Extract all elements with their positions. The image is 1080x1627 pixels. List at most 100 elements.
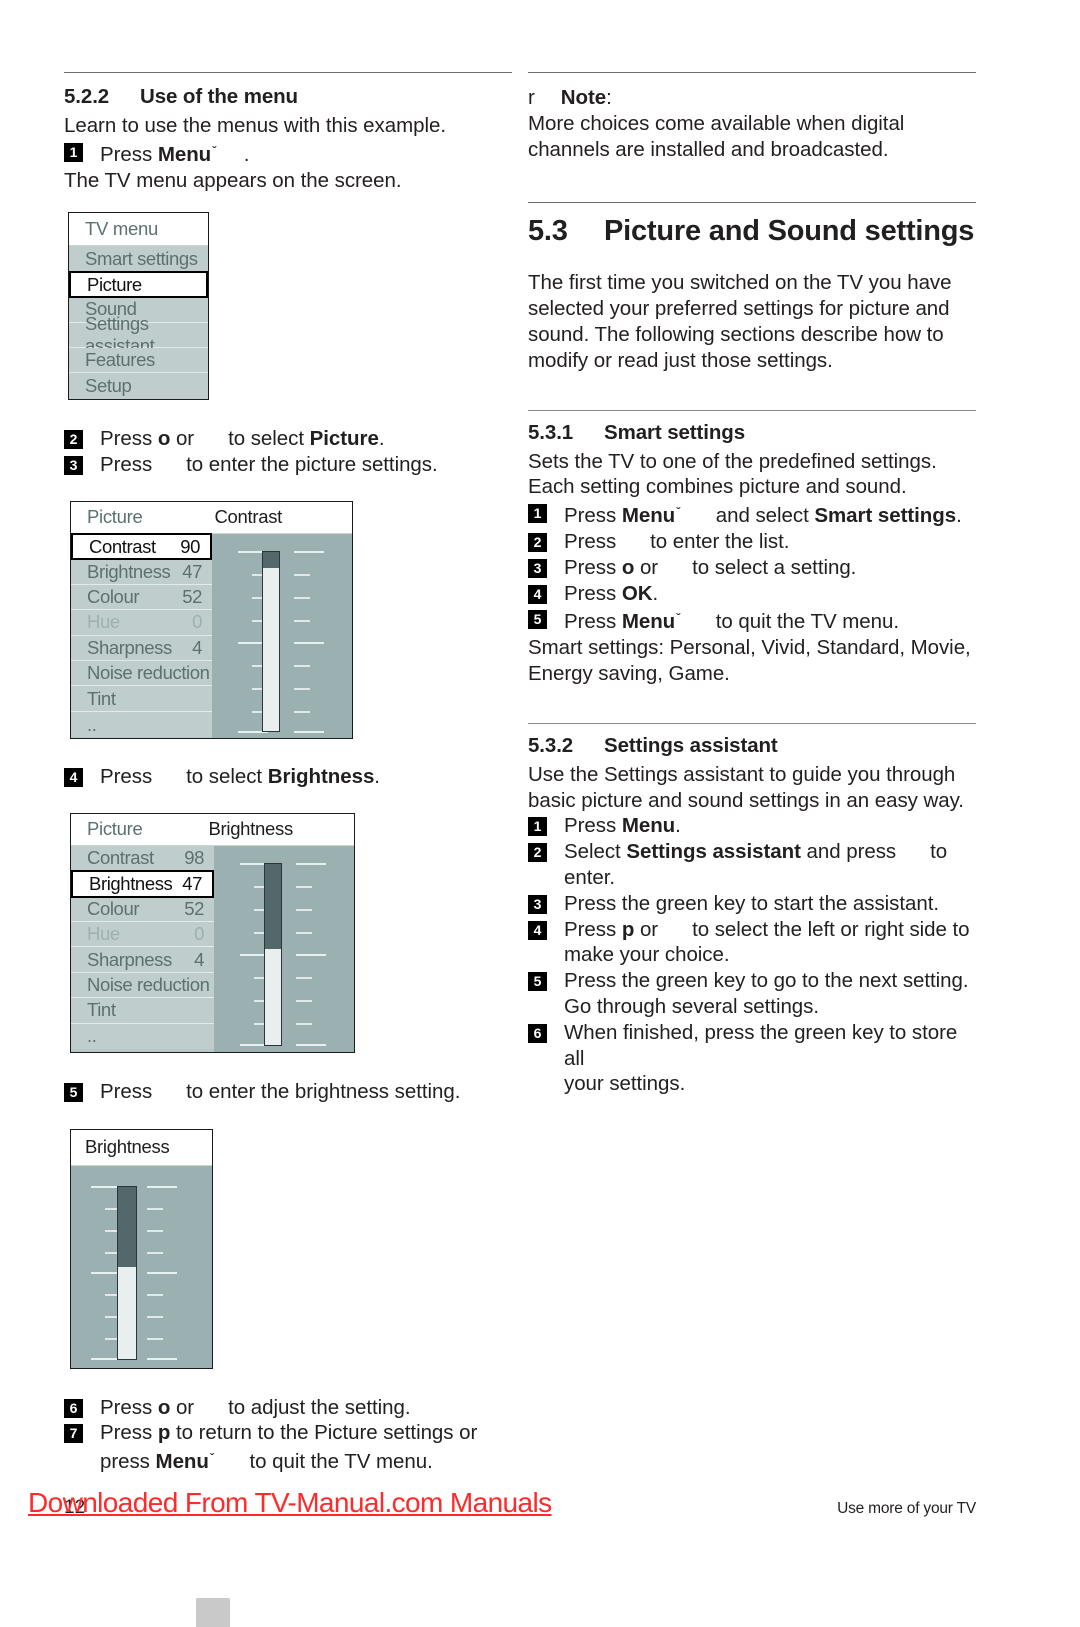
smart-settings-step-2: 2 Press to enter the list. <box>528 529 976 555</box>
setting-row[interactable]: Contrast 98 <box>71 845 214 872</box>
tv-menu-item[interactable]: Setup <box>69 373 208 399</box>
step-text-pre: Press <box>564 504 617 528</box>
menu-key-label: Menu <box>155 1450 209 1474</box>
setting-value: 4 <box>194 948 204 970</box>
brightness-slider-fill <box>118 1186 136 1268</box>
step-text-bold: Brightness <box>267 764 375 788</box>
step-text-end: . <box>652 581 659 605</box>
tv-menu-item-selected[interactable]: Picture <box>69 270 208 299</box>
setting-value: 98 <box>184 846 204 868</box>
setting-label: Noise reduction <box>87 662 210 684</box>
step-text-post: to select a setting. <box>692 555 857 579</box>
slider-ticks-right <box>294 534 324 738</box>
setting-row[interactable]: Colour 52 <box>71 896 214 923</box>
page-edge-tab <box>196 1598 230 1627</box>
step-badge: 1 <box>528 504 547 524</box>
tv-menu-item-label: Setup <box>85 375 132 397</box>
step-text-mid: or <box>639 555 659 579</box>
step-5: 5 Press to enter the brightness setting. <box>64 1079 512 1105</box>
section-53-body: The first time you switched on the TV yo… <box>528 271 952 372</box>
setting-row-more[interactable]: .. <box>71 711 212 738</box>
tv-menu-item[interactable]: Features <box>69 348 208 374</box>
brightness-slider-pane <box>71 1165 212 1368</box>
step-badge: 3 <box>528 894 547 914</box>
setting-label: Sharpness <box>87 636 172 658</box>
contrast-slider-track[interactable] <box>262 550 280 732</box>
setting-row[interactable]: Sharpness 4 <box>71 947 214 973</box>
tv-menu-item-label: Smart settings <box>85 247 198 269</box>
brightness-slider-track[interactable] <box>264 862 282 1046</box>
setting-value: 52 <box>184 897 204 919</box>
setting-row[interactable]: Tint <box>71 998 214 1024</box>
tv-menu-item-label: Picture <box>87 273 142 295</box>
setting-label: Tint <box>87 999 116 1021</box>
step-text-bold: Smart settings <box>814 504 957 528</box>
note-marker-icon: r <box>528 86 535 109</box>
step-text-post: to enter the brightness setting. <box>186 1079 461 1103</box>
step-text-mid: or <box>175 1395 195 1419</box>
step-text-mid: or <box>639 917 659 941</box>
step-text-cont-post: to quit the TV menu. <box>249 1450 433 1474</box>
note-rule-top <box>528 72 976 73</box>
step-badge: 5 <box>64 1082 83 1102</box>
brightness-slider-track[interactable] <box>117 1185 137 1360</box>
step-text-end: . <box>378 427 385 451</box>
smart-settings-list-text: Smart settings: Personal, Vivid, Standar… <box>528 636 971 685</box>
step-text-post: to adjust the setting. <box>228 1395 411 1419</box>
step-text-pre: Press the green key to go to the next se… <box>564 969 969 993</box>
setting-row-selected[interactable]: Contrast 90 <box>71 532 212 561</box>
setting-row-selected[interactable]: Brightness 47 <box>71 870 214 898</box>
picture-brightness-screenshot: Picture Brightness Contrast 98 Brightness… <box>70 812 355 1053</box>
step-text-pre: Press <box>564 581 617 605</box>
setting-label: Sharpness <box>87 948 172 970</box>
setting-row-more[interactable]: .. <box>71 1023 214 1050</box>
section-title: Settings assistant <box>604 733 778 757</box>
setting-label: Noise reduction <box>87 974 210 996</box>
setting-label: Hue <box>87 611 120 633</box>
manual-page: 5.2.2 Use of the menu Learn to use the me… <box>0 0 1080 1627</box>
assistant-step-5: 5 Press the green key to go to the next … <box>528 968 976 1020</box>
tv-menu-item[interactable]: Smart settings <box>69 246 208 272</box>
step-text-pre: Press the green key to start the assista… <box>564 891 940 915</box>
setting-row[interactable]: Brightness 47 <box>71 559 212 585</box>
step-text-post: to return to the Picture settings or <box>175 1421 478 1445</box>
section-number: 5.3.2 <box>528 733 574 757</box>
step-text-post: and press <box>806 840 897 864</box>
section-rule-top <box>64 72 512 73</box>
tv-menu-item[interactable]: Settings assistant <box>69 313 208 356</box>
step-text-cont: Go through several settings. <box>564 994 819 1018</box>
panel-header-right-label: Brightness <box>208 818 293 840</box>
step-text-pre: Select <box>564 840 621 864</box>
setting-row[interactable]: Colour 52 <box>71 584 212 611</box>
setting-label: .. <box>87 1025 97 1047</box>
step-text-cont: your settings. <box>564 1072 686 1096</box>
setting-row[interactable]: Noise reduction <box>71 972 214 999</box>
setting-row[interactable]: Noise reduction <box>71 661 212 687</box>
chevron-down-icon: ˇ <box>209 1450 215 1467</box>
assistant-step-3: 3 Press the green key to start the assis… <box>528 891 976 917</box>
setting-row[interactable]: Tint <box>71 686 212 712</box>
chevron-down-icon: ˇ <box>212 142 217 159</box>
section-heading-531: 5.3.1 Smart settings <box>528 421 976 445</box>
setting-row[interactable]: Sharpness 4 <box>71 635 212 662</box>
slider-ticks-right <box>147 1166 177 1368</box>
step-text-pre: Press <box>100 764 153 788</box>
setting-value: 0 <box>192 611 202 633</box>
section-number: 5.3.1 <box>528 420 574 444</box>
section-title: Smart settings <box>604 420 745 444</box>
step-text-pre: Press <box>564 529 617 553</box>
setting-label: Brightness <box>87 560 171 582</box>
picture-settings-list: Contrast 98 Brightness 47 Colour 52 Hue 0 Sh… <box>71 845 214 1052</box>
cursor-left-key: p <box>157 1421 171 1445</box>
smart-settings-step-4: 4 Press OK. <box>528 581 976 607</box>
section-title: Use of the menu <box>140 85 298 108</box>
setting-value: 47 <box>182 560 202 582</box>
setting-value: 90 <box>180 535 200 557</box>
tv-menu-list: Smart settings Picture Sound Settings as… <box>69 246 208 399</box>
setting-label: Colour <box>87 586 140 608</box>
step-text-pre: Press <box>100 427 153 451</box>
note-heading: r Note: <box>528 85 976 111</box>
step-text-post: to select <box>186 764 263 788</box>
step-text-post: to select the left or right side to <box>692 917 970 941</box>
tv-menu-screenshot: TV menu Smart settings Picture Sound Set… <box>68 212 209 401</box>
